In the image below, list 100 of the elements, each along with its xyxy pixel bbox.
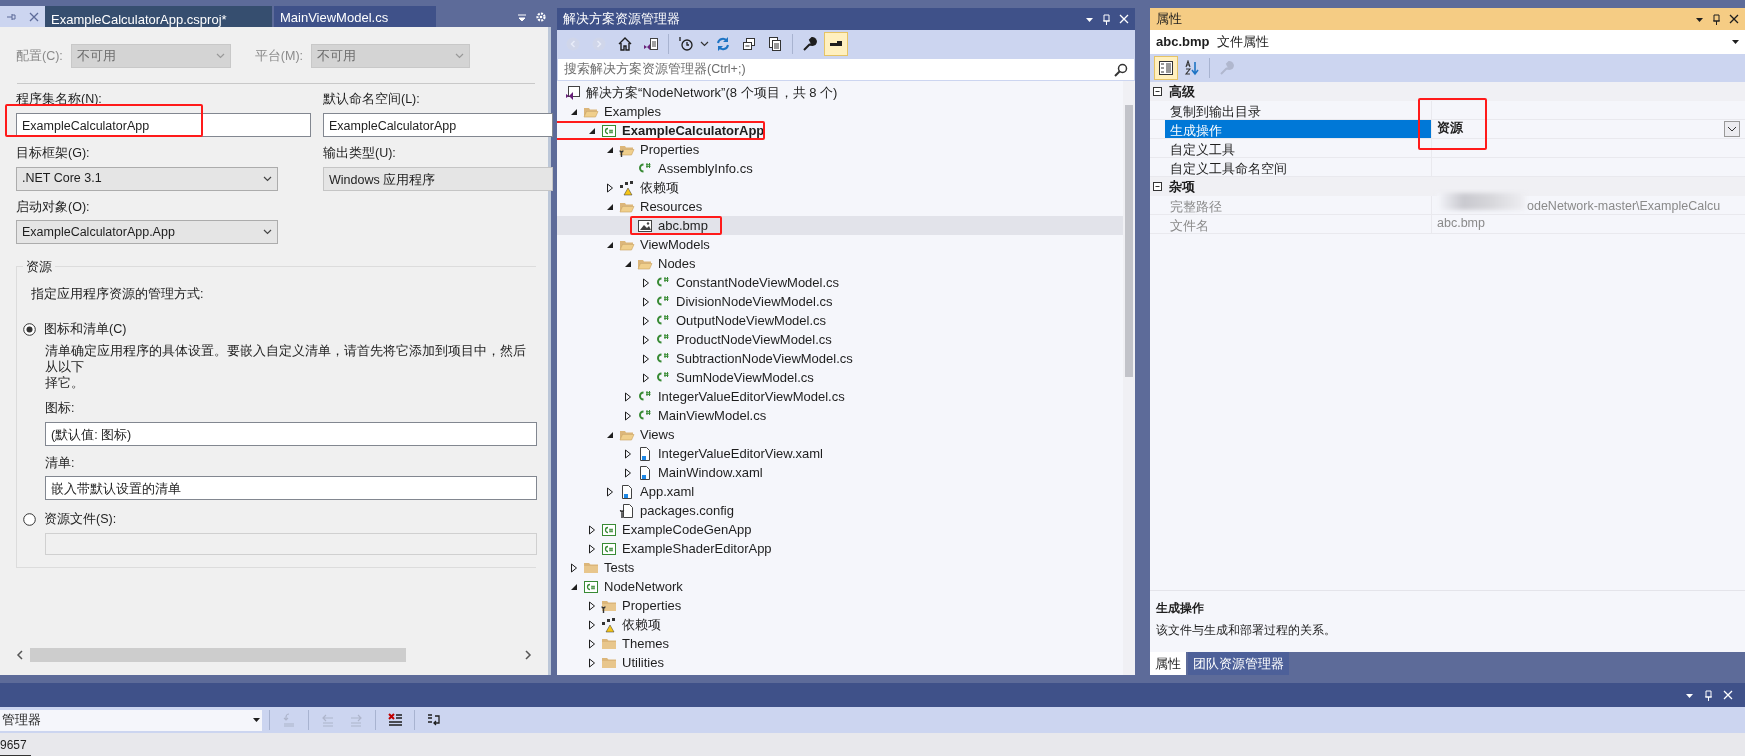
collapse-arrow-icon[interactable]	[606, 202, 614, 211]
collapse-arrow-icon[interactable]	[606, 240, 614, 249]
tree-item[interactable]: AssemblyInfo.cs	[557, 159, 1123, 178]
scroll-right-icon[interactable]	[524, 650, 532, 660]
tree-item[interactable]: MainViewModel.cs	[557, 406, 1123, 425]
expand-arrow-icon[interactable]	[642, 372, 650, 383]
expand-arrow-icon[interactable]	[642, 334, 650, 345]
close-icon[interactable]	[1729, 14, 1739, 24]
radio-button[interactable]	[23, 322, 36, 336]
collapse-arrow-icon[interactable]	[624, 259, 632, 268]
tree-item[interactable]: Tests	[557, 558, 1123, 577]
object-selector[interactable]: abc.bmp 文件属性	[1150, 30, 1745, 54]
expand-arrow-icon[interactable]	[606, 182, 614, 193]
output-type-field[interactable]: Windows 应用程序	[323, 166, 553, 191]
clear-list-icon[interactable]	[387, 712, 403, 728]
tree-item[interactable]: Nodes	[557, 254, 1123, 273]
tree-item[interactable]: IntegerValueEditorView.xaml	[557, 444, 1123, 463]
word-wrap-icon[interactable]	[426, 712, 442, 728]
tree-item[interactable]: ConstantNodeViewModel.cs	[557, 273, 1123, 292]
tree-item[interactable]: App.xaml	[557, 482, 1123, 501]
tree-item[interactable]: Themes	[557, 634, 1123, 653]
dropdown-button[interactable]	[1724, 120, 1740, 137]
property-name[interactable]: 复制到输出目录	[1165, 100, 1432, 119]
tree-item[interactable]: ViewModels	[557, 235, 1123, 254]
framework-dropdown[interactable]: .NET Core 3.1	[16, 166, 278, 191]
expand-arrow-icon[interactable]	[642, 353, 650, 364]
tree-item[interactable]: Properties	[557, 596, 1123, 615]
resource-file-field[interactable]	[45, 533, 537, 555]
tree-item[interactable]: Views	[557, 425, 1123, 444]
tree-item[interactable]: ProductNodeViewModel.cs	[557, 330, 1123, 349]
pin-icon[interactable]	[1712, 13, 1721, 25]
tree-item[interactable]: 依赖项	[557, 178, 1123, 197]
document-tab[interactable]: ExampleCalculatorApp.csproj*	[45, 6, 272, 27]
sync-icon[interactable]	[715, 36, 731, 52]
collapse-arrow-icon[interactable]	[588, 126, 596, 135]
property-name[interactable]: 自定义工具命名空间	[1165, 157, 1432, 176]
tree-item[interactable]: SumNodeViewModel.cs	[557, 368, 1123, 387]
collapse-arrow-icon[interactable]	[570, 107, 578, 116]
expand-arrow-icon[interactable]	[624, 448, 632, 459]
expand-arrow-icon[interactable]	[624, 467, 632, 478]
tree-item[interactable]: ExampleCalculatorApp	[557, 121, 1123, 140]
sort-icon[interactable]	[1184, 59, 1200, 76]
search-field[interactable]: 搜索解决方案资源管理器(Ctrl+;)	[557, 58, 1135, 81]
tree-item[interactable]: ExampleCodeGenApp	[557, 520, 1123, 539]
toggle-button[interactable]	[1154, 55, 1178, 80]
expand-arrow-icon[interactable]	[588, 657, 596, 668]
tree-item[interactable]: abc.bmp	[557, 216, 1123, 235]
panel-tab[interactable]: 团队资源管理器	[1188, 651, 1289, 675]
expand-arrow-icon[interactable]	[588, 619, 596, 630]
toggle-button[interactable]	[824, 32, 848, 56]
expand-arrow-icon[interactable]	[624, 391, 632, 402]
document-tab[interactable]: MainViewModel.cs	[274, 6, 436, 27]
tree-item[interactable]: packages.config	[557, 501, 1123, 520]
expand-arrow-icon[interactable]	[588, 638, 596, 649]
panel-tab[interactable]: 属性	[1150, 651, 1186, 675]
collapse-arrow-icon[interactable]	[606, 145, 614, 154]
collapse-arrow-icon[interactable]	[570, 582, 578, 591]
collapse-icon[interactable]	[741, 36, 757, 52]
tree-item[interactable]: Utilities	[557, 653, 1123, 672]
assembly-name-field[interactable]: ExampleCalculatorApp	[16, 112, 311, 137]
expand-arrow-icon[interactable]	[588, 524, 596, 535]
tree-item[interactable]: DivisionNodeViewModel.cs	[557, 292, 1123, 311]
scrollbar-thumb[interactable]	[30, 648, 406, 662]
icon-field[interactable]: (默认值: 图标)	[45, 421, 537, 446]
collapse-arrow-icon[interactable]	[606, 430, 614, 439]
tree-item[interactable]: Properties	[557, 140, 1123, 159]
settings-icon[interactable]	[535, 10, 547, 23]
tree-item[interactable]: SubtractionNodeViewModel.cs	[557, 349, 1123, 368]
tree-item[interactable]: Examples	[557, 102, 1123, 121]
scroll-left-icon[interactable]	[16, 650, 24, 660]
radio-button[interactable]	[23, 513, 36, 527]
expand-arrow-icon[interactable]	[588, 600, 596, 611]
tree-item[interactable]: NodeNetwork	[557, 577, 1123, 596]
tree-item[interactable]: OutputNodeViewModel.cs	[557, 311, 1123, 330]
tree-item[interactable]: MainWindow.xaml	[557, 463, 1123, 482]
pages-icon[interactable]	[767, 36, 783, 52]
expand-arrow-icon[interactable]	[642, 315, 650, 326]
property-name[interactable]: 自定义工具	[1165, 138, 1432, 157]
expand-arrow-icon[interactable]	[606, 486, 614, 497]
output-source-dropdown[interactable]: 管理器	[0, 709, 262, 731]
wrench-icon[interactable]	[802, 36, 818, 52]
tree-item[interactable]: 解决方案“NodeNetwork”(8 个项目，共 8 个)	[557, 83, 1123, 102]
expand-arrow-icon[interactable]	[642, 296, 650, 307]
tree-item[interactable]: Resources	[557, 197, 1123, 216]
collapse-box-icon[interactable]	[1150, 180, 1165, 192]
home-icon[interactable]	[617, 36, 633, 52]
manifest-field[interactable]: 嵌入带默认设置的清单	[45, 476, 537, 501]
collapse-box-icon[interactable]	[1150, 85, 1165, 97]
namespace-field[interactable]: ExampleCalculatorApp	[323, 112, 553, 137]
clock-icon[interactable]	[678, 36, 694, 52]
tree-item[interactable]: 依赖项	[557, 615, 1123, 634]
scrollbar-thumb[interactable]	[1125, 105, 1133, 377]
tree-item[interactable]: ExampleShaderEditorApp	[557, 539, 1123, 558]
expand-arrow-icon[interactable]	[588, 543, 596, 554]
expand-arrow-icon[interactable]	[642, 277, 650, 288]
startup-object-dropdown[interactable]: ExampleCalculatorApp.App	[16, 220, 278, 245]
tree-item[interactable]: IntegerValueEditorViewModel.cs	[557, 387, 1123, 406]
expand-arrow-icon[interactable]	[624, 410, 632, 421]
expand-arrow-icon[interactable]	[570, 562, 578, 573]
switch-views-icon[interactable]	[643, 36, 659, 52]
